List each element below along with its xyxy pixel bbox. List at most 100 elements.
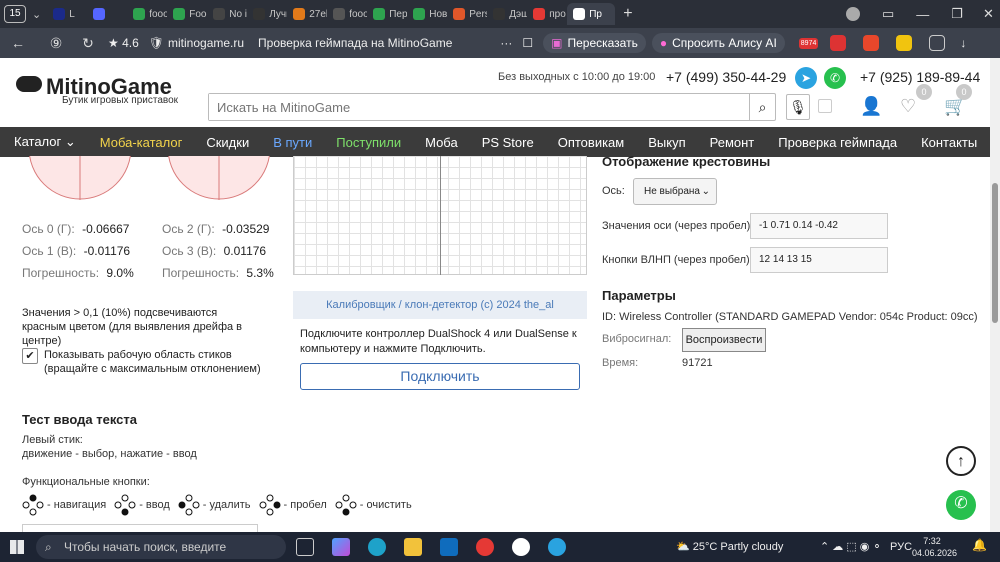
func-button-label: - удалить [202, 499, 251, 511]
menu-item[interactable]: Выкуп [648, 135, 685, 150]
alice-button[interactable]: ● Спросить Алису AI [651, 33, 785, 53]
alice-icon: ● [659, 36, 668, 50]
menu-item[interactable]: Контакты [921, 135, 977, 150]
retell-button[interactable]: ▣ Пересказать [543, 33, 646, 53]
favorites-heart-icon[interactable]: ♡ [900, 96, 916, 117]
axis-values-field[interactable]: -1 0.71 0.14 -0.42 [750, 213, 888, 239]
tabs-menu-chevron-icon[interactable]: ⌄ [32, 8, 41, 21]
ext-badge-icon[interactable]: 8974 [798, 37, 819, 49]
outlook-icon[interactable] [440, 538, 458, 556]
comparison-icon[interactable] [818, 99, 832, 113]
minimize-icon[interactable]: — [916, 7, 929, 22]
notifications-icon[interactable]: 🔔 [972, 538, 987, 552]
yandex-home-icon[interactable]: ⑨ [44, 35, 68, 52]
bookmarks-icon[interactable]: ▭ [882, 6, 894, 22]
explorer-icon[interactable] [404, 538, 422, 556]
browser-tab[interactable]: про [527, 3, 567, 25]
menu-item[interactable]: Поступили [336, 135, 401, 150]
back-arrow-icon[interactable]: ← [6, 35, 30, 51]
domain-text[interactable]: mitinogame.ru [168, 36, 244, 50]
tray-icons[interactable]: ⌃ ☁ ⬚ ◉ ⚬ [820, 532, 882, 562]
task-view-icon[interactable] [296, 538, 314, 556]
browser-tab[interactable]: Pers [447, 3, 487, 25]
weather-widget[interactable]: ⛅ 25°C Partly cloudy [676, 532, 783, 562]
page-scrollbar[interactable] [990, 58, 1000, 532]
new-tab-button[interactable]: + [623, 5, 632, 23]
browser-tab[interactable] [87, 3, 127, 25]
tab-favicon-icon [333, 8, 346, 20]
search-input[interactable] [209, 94, 749, 120]
tab-count-badge[interactable]: 15 [4, 5, 26, 23]
edge-icon[interactable] [368, 538, 386, 556]
buttons-field[interactable]: 12 14 13 15 [750, 247, 888, 273]
working-hours: Без выходных с 10:00 до 19:00 [498, 71, 656, 83]
scrollbar-thumb[interactable] [992, 183, 998, 323]
menu-item[interactable]: Каталог ⌄ [14, 134, 76, 150]
telegram-taskbar-icon[interactable] [548, 538, 566, 556]
windows-start-icon[interactable] [10, 540, 24, 554]
calibrator-link[interactable]: Калибровщик / клон-детектор (c) 2024 the… [293, 291, 587, 319]
browser-tab[interactable]: fooo [127, 3, 167, 25]
ext-puzzle-icon[interactable] [929, 35, 946, 51]
vibration-play-button[interactable]: Воспроизвести [682, 328, 766, 352]
more-icon[interactable]: ··· [500, 36, 512, 50]
browser-tab[interactable]: Лучи [247, 3, 287, 25]
show-area-checkbox[interactable]: ✔ [22, 348, 38, 364]
tab-favicon-icon [373, 8, 386, 20]
menu-item[interactable]: Ремонт [710, 135, 755, 150]
ext-square-icon[interactable] [863, 35, 880, 51]
text-input-box[interactable] [22, 524, 258, 532]
phone-primary[interactable]: +7 (499) 350-44-29 [666, 69, 786, 85]
menu-item[interactable]: Моба-каталог [100, 135, 183, 150]
retell-icon: ▣ [551, 36, 563, 50]
tab-label: fooo [149, 8, 168, 20]
menu-item[interactable]: Оптовикам [558, 135, 625, 150]
menu-item[interactable]: Скидки [206, 135, 249, 150]
browser-tab[interactable]: Пер [367, 3, 407, 25]
browser-tab[interactable]: Food [167, 3, 207, 25]
search-icon[interactable]: ⌕ [749, 94, 775, 120]
tab-favicon-icon [213, 8, 226, 20]
whatsapp-chat-button[interactable]: ✆ [946, 490, 976, 520]
ext-dollar-icon[interactable] [896, 35, 913, 51]
taskbar-search[interactable]: ⌕ Чтобы начать поиск, введите [36, 535, 286, 559]
microphone-icon[interactable]: 🎙 [786, 94, 810, 120]
browser-tab[interactable]: L [47, 3, 87, 25]
phone-secondary[interactable]: +7 (925) 189-89-44 [860, 69, 980, 85]
whatsapp-icon[interactable]: ✆ [824, 67, 846, 89]
profile-icon[interactable] [846, 7, 860, 21]
browser-tab[interactable]: fooo [327, 3, 367, 25]
favorites-count: 0 [916, 84, 932, 100]
telegram-icon[interactable]: ➤ [795, 67, 817, 89]
download-icon[interactable]: ↓ [960, 36, 966, 50]
reload-icon[interactable]: ↻ [76, 35, 100, 52]
maximize-icon[interactable]: ❐ [951, 6, 963, 22]
func-button-item: - ввод [114, 494, 170, 516]
yandex-app-icon[interactable] [476, 538, 494, 556]
func-button-label: - очистить [359, 499, 412, 511]
connect-button[interactable]: Подключить [300, 363, 580, 390]
browser-tab[interactable]: 27el [287, 3, 327, 25]
browser-tab[interactable]: Дэш [487, 3, 527, 25]
copilot-icon[interactable] [332, 538, 350, 556]
language-indicator[interactable]: РУС [890, 532, 912, 562]
yandex-browser-icon[interactable] [512, 538, 530, 556]
axis-select[interactable]: Не выбрана ⌄ [633, 178, 717, 205]
menu-item[interactable]: Моба [425, 135, 458, 150]
rating-badge[interactable]: ★ 4.6 [108, 36, 139, 50]
user-icon[interactable]: 👤 [860, 96, 882, 117]
browser-tab[interactable]: Пр [567, 3, 616, 25]
right-error-label: Погрешность: [162, 266, 240, 280]
ext-lock-icon[interactable] [830, 35, 847, 51]
menu-item[interactable]: PS Store [482, 135, 534, 150]
close-icon[interactable]: ✕ [983, 6, 994, 22]
bookmark-icon[interactable]: ☐ [522, 36, 533, 50]
device-id: ID: Wireless Controller (STANDARD GAMEPA… [602, 311, 978, 323]
browser-tab[interactable]: No il [207, 3, 247, 25]
browser-tab[interactable]: Нов [407, 3, 447, 25]
scroll-top-button[interactable]: ↑ [946, 446, 976, 476]
menu-item[interactable]: Проверка геймпада [778, 135, 897, 150]
chevron-down-icon: ⌄ [701, 186, 710, 197]
menu-item[interactable]: В пути [273, 135, 312, 150]
clock[interactable]: 7:32 04.06.2026 [912, 535, 957, 559]
